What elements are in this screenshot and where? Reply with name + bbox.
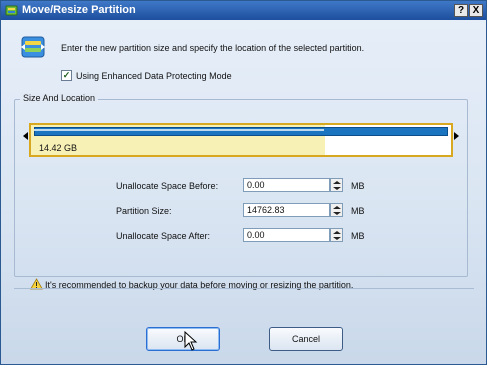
unallocated-after-label: Unallocate Space After:	[116, 231, 211, 241]
divider	[14, 288, 474, 289]
size-location-title: Size And Location	[20, 93, 99, 103]
unallocated-after-spinner[interactable]	[330, 228, 343, 242]
unallocated-before-input[interactable]: 0.00	[243, 178, 330, 192]
partition-size-spinner[interactable]	[330, 203, 343, 217]
spin-down-icon[interactable]	[333, 237, 341, 240]
partition-size-label: 14.42 GB	[39, 143, 78, 153]
partition-size-field-label: Partition Size:	[116, 206, 172, 216]
partition-bar-highlight	[34, 129, 324, 131]
cancel-button[interactable]: Cancel	[269, 327, 343, 351]
enhanced-mode-checkbox[interactable]: ✓	[61, 70, 72, 81]
unallocated-after-input[interactable]: 0.00	[243, 228, 330, 242]
right-handle-arrow-icon[interactable]	[454, 132, 459, 140]
dialog-title: Move/Resize Partition	[22, 4, 136, 16]
partition-map[interactable]: 14.42 GB	[29, 123, 453, 157]
spin-up-icon[interactable]	[333, 206, 341, 209]
partition-size-unit: MB	[351, 206, 365, 216]
intro-text: Enter the new partition size and specify…	[61, 43, 365, 53]
unallocated-after-unit: MB	[351, 231, 365, 241]
unallocated-before-spinner[interactable]	[330, 178, 343, 192]
spin-down-icon[interactable]	[333, 187, 341, 190]
move-resize-dialog: Move/Resize Partition ? X Enter the new …	[0, 0, 487, 365]
dialog-content: Enter the new partition size and specify…	[1, 20, 486, 364]
mouse-cursor-icon	[184, 331, 198, 351]
enhanced-mode-label[interactable]: Using Enhanced Data Protecting Mode	[76, 71, 232, 81]
unallocated-before-label: Unallocate Space Before:	[116, 181, 219, 191]
unallocated-before-unit: MB	[351, 181, 365, 191]
spin-down-icon[interactable]	[333, 212, 341, 215]
partition-size-input[interactable]: 14762.83	[243, 203, 330, 217]
partition-resize-icon	[21, 36, 45, 58]
app-icon	[5, 5, 18, 16]
left-handle-arrow-icon[interactable]	[23, 132, 28, 140]
title-bar[interactable]: Move/Resize Partition ? X	[1, 1, 486, 20]
spin-up-icon[interactable]	[333, 181, 341, 184]
spin-up-icon[interactable]	[333, 231, 341, 234]
ok-button[interactable]: OK	[146, 327, 220, 351]
close-button[interactable]: X	[469, 4, 483, 17]
help-button[interactable]: ?	[454, 4, 468, 17]
